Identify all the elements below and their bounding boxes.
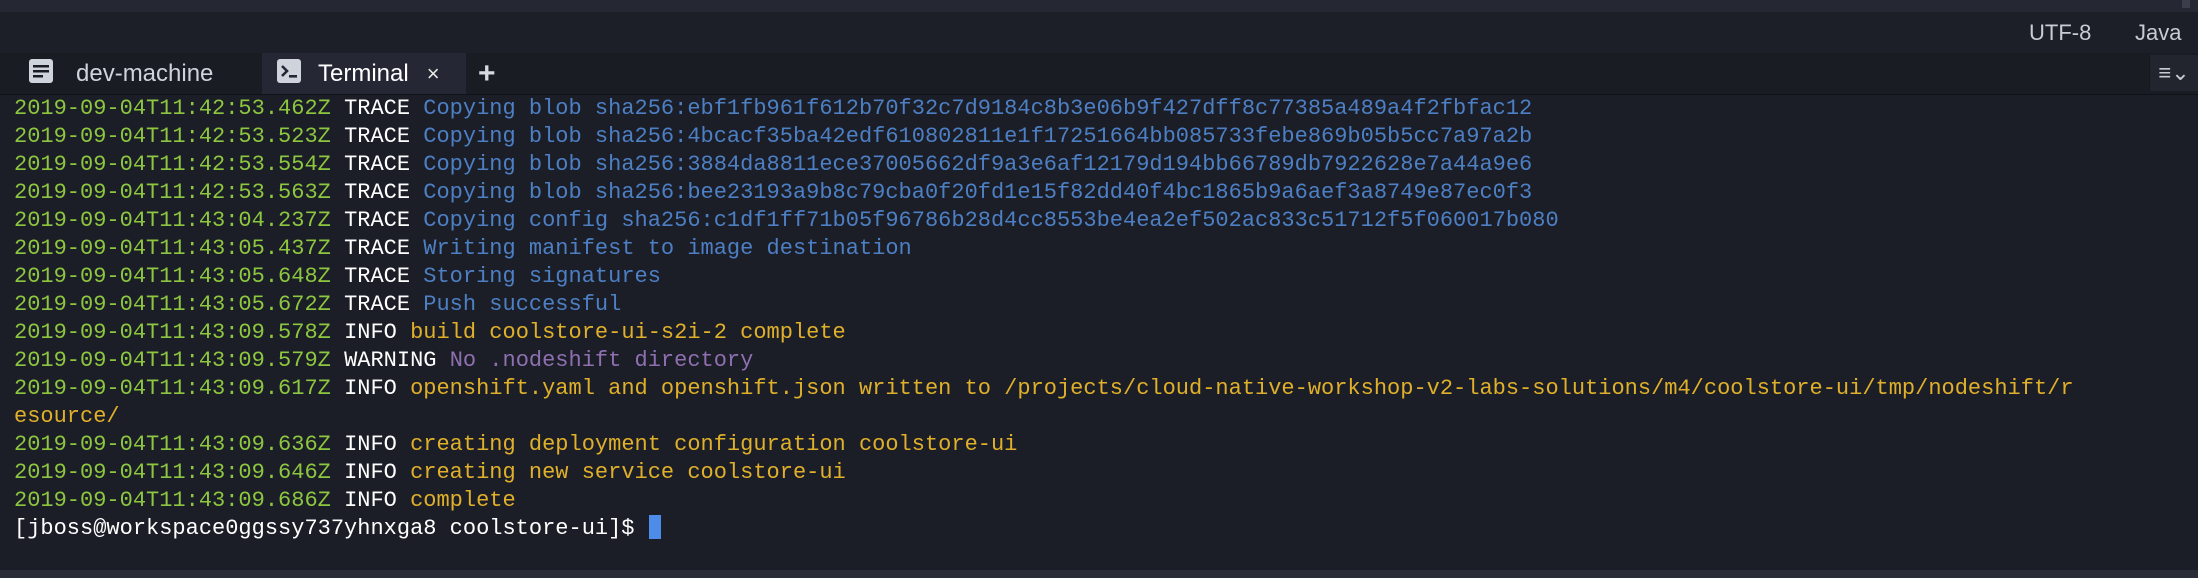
tab-bar: dev-machine Terminal × + ≡⌄ [0,53,2198,95]
log-message: Writing manifest to image destination [423,236,912,261]
terminal-line: 2019-09-04T11:43:09.617Z INFO openshift.… [14,375,2198,403]
log-level: TRACE [344,180,411,205]
tab-label: dev-machine [76,59,214,87]
log-message: Copying config sha256:c1df1ff71b05f96786… [423,208,1559,233]
terminal-line: 2019-09-04T11:43:09.579Z WARNING No .nod… [14,347,2198,375]
log-timestamp: 2019-09-04T11:43:05.672Z [14,292,331,317]
terminal-line: 2019-09-04T11:42:53.462Z TRACE Copying b… [14,95,2198,123]
bottom-bar [0,570,2198,578]
log-message: Storing signatures [423,264,661,289]
log-level: INFO [344,376,397,401]
log-level: TRACE [344,208,411,233]
log-level: TRACE [344,152,411,177]
log-timestamp: 2019-09-04T11:43:09.636Z [14,432,331,457]
log-timestamp: 2019-09-04T11:42:53.462Z [14,96,331,121]
terminal-lines: 2019-09-04T11:42:53.462Z TRACE Copying b… [14,95,2198,543]
log-level: TRACE [344,236,411,261]
tab-terminal[interactable]: Terminal × [262,53,466,94]
log-message: Push successful [423,292,622,317]
terminal-line: 2019-09-04T11:43:05.672Z TRACE Push succ… [14,291,2198,319]
log-timestamp: 2019-09-04T11:42:53.554Z [14,152,331,177]
encoding-indicator[interactable]: UTF-8 [2029,13,2091,53]
terminal-line: 2019-09-04T11:43:09.646Z INFO creating n… [14,459,2198,487]
log-level: INFO [344,320,397,345]
log-timestamp: 2019-09-04T11:42:53.563Z [14,180,331,205]
menu-icon[interactable]: ≡⌄ [2149,55,2198,91]
log-message: complete [410,488,516,513]
log-message: openshift.yaml and openshift.json writte… [410,376,2074,401]
text-cursor [648,515,661,539]
log-level: TRACE [344,292,411,317]
terminal-line: 2019-09-04T11:43:09.578Z INFO build cool… [14,319,2198,347]
terminal-line: 2019-09-04T11:42:53.554Z TRACE Copying b… [14,151,2198,179]
log-timestamp: 2019-09-04T11:43:09.646Z [14,460,331,485]
log-level: TRACE [344,264,411,289]
add-tab-button[interactable]: + [478,53,496,94]
log-level: TRACE [344,124,411,149]
terminal-output[interactable]: 2019-09-04T11:42:53.462Z TRACE Copying b… [0,95,2198,570]
log-timestamp: 2019-09-04T11:43:09.578Z [14,320,331,345]
terminal-line: 2019-09-04T11:42:53.523Z TRACE Copying b… [14,123,2198,151]
log-timestamp: 2019-09-04T11:43:04.237Z [14,208,331,233]
tab-label: Terminal [318,59,409,87]
log-message: esource/ [14,404,120,429]
close-icon[interactable]: × [427,61,440,87]
log-message: creating deployment configuration coolst… [410,432,1018,457]
status-bar: UTF-8 Java [0,13,2198,53]
log-timestamp: 2019-09-04T11:43:09.617Z [14,376,331,401]
log-level: TRACE [344,96,411,121]
tab-dev-machine[interactable]: dev-machine [18,53,258,94]
log-timestamp: 2019-09-04T11:43:09.686Z [14,488,331,513]
shell-prompt: [jboss@workspace0ggssy737yhnxga8 coolsto… [14,516,635,541]
terminal-line: esource/ [14,403,2198,431]
log-message: No .nodeshift directory [449,348,754,373]
language-indicator[interactable]: Java [2135,13,2181,53]
terminal-line: 2019-09-04T11:43:09.636Z INFO creating d… [14,431,2198,459]
log-level: INFO [344,432,397,457]
terminal-line: 2019-09-04T11:42:53.563Z TRACE Copying b… [14,179,2198,207]
window-top-strip [0,0,2198,13]
log-message: build coolstore-ui-s2i-2 complete [410,320,846,345]
terminal-line: 2019-09-04T11:43:09.686Z INFO complete [14,487,2198,515]
log-timestamp: 2019-09-04T11:43:09.579Z [14,348,331,373]
log-message: Copying blob sha256:ebf1fb961f612b70f32c… [423,96,1533,121]
terminal-icon [276,58,302,89]
terminal-line: 2019-09-04T11:43:05.437Z TRACE Writing m… [14,235,2198,263]
log-timestamp: 2019-09-04T11:43:05.648Z [14,264,331,289]
log-timestamp: 2019-09-04T11:42:53.523Z [14,124,331,149]
log-level: WARNING [344,348,437,373]
resize-handle[interactable] [2182,0,2190,8]
terminal-line: 2019-09-04T11:43:05.648Z TRACE Storing s… [14,263,2198,291]
log-message: Copying blob sha256:bee23193a9b8c79cba0f… [423,180,1533,205]
file-icon [28,58,54,89]
log-message: creating new service coolstore-ui [410,460,846,485]
log-level: INFO [344,488,397,513]
log-message: Copying blob sha256:4bcacf35ba42edf61080… [423,124,1533,149]
terminal-line: 2019-09-04T11:43:04.237Z TRACE Copying c… [14,207,2198,235]
log-level: INFO [344,460,397,485]
prompt-line[interactable]: [jboss@workspace0ggssy737yhnxga8 coolsto… [14,515,2198,543]
log-message: Copying blob sha256:3884da8811ece3700566… [423,152,1533,177]
log-timestamp: 2019-09-04T11:43:05.437Z [14,236,331,261]
